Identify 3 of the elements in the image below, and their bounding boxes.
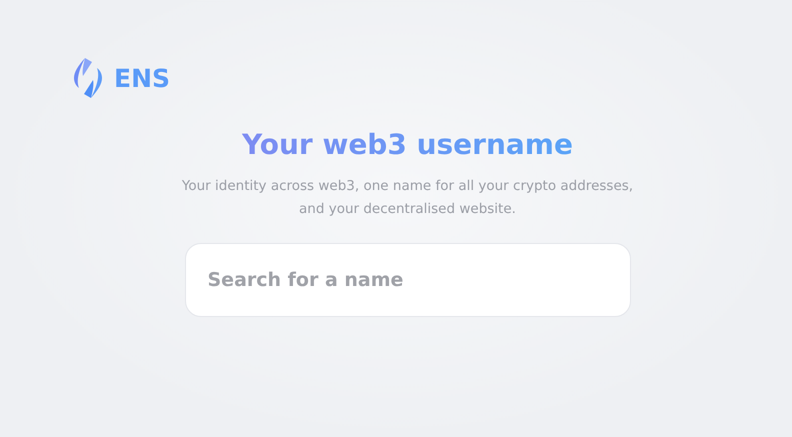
search-field[interactable]: Search for a name [184, 243, 630, 317]
subtitle: Your identity across web3, one name for all your crypto addresses, and your decentralised website. [182, 177, 634, 219]
logo-text[interactable]: ENS [114, 64, 170, 92]
